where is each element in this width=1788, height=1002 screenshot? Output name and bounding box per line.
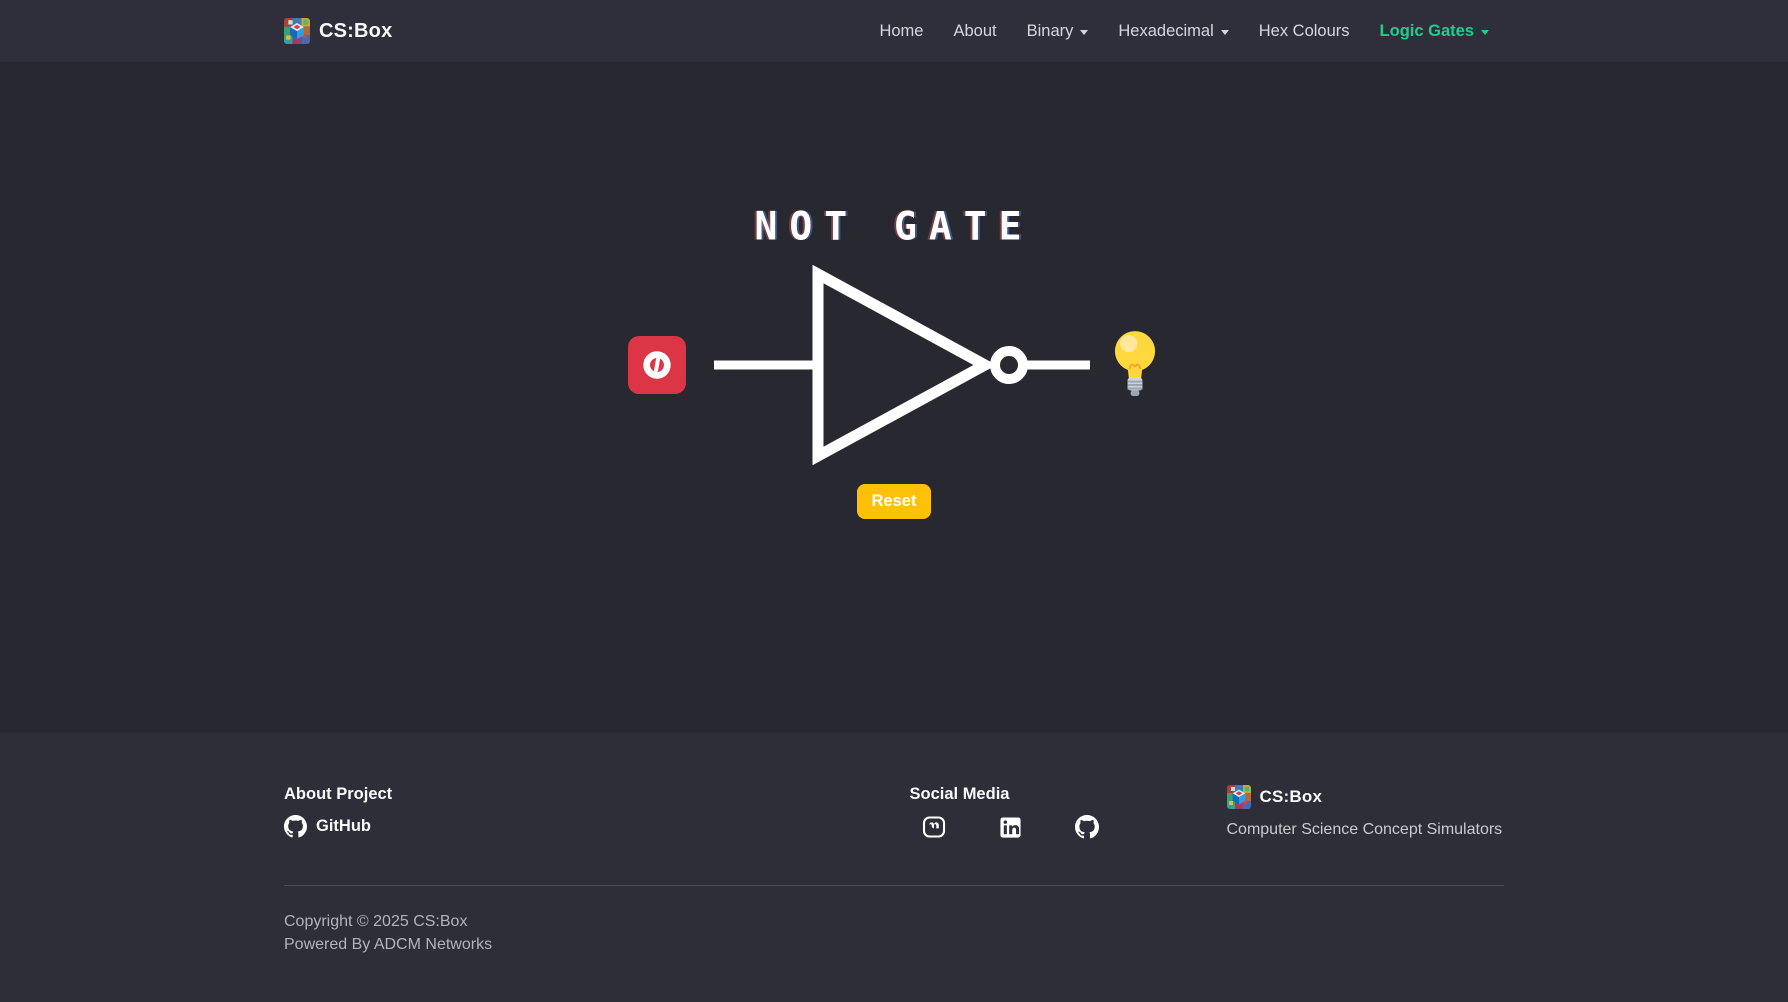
- github-link-label: GitHub: [316, 817, 371, 836]
- input-toggle-button[interactable]: [628, 336, 686, 394]
- reset-button[interactable]: Reset: [857, 484, 932, 519]
- simulator-title: NOT GATE: [0, 206, 1788, 246]
- chevron-down-icon: [1080, 30, 1088, 35]
- csbox-logo-icon: [1227, 785, 1251, 809]
- nav-item-home[interactable]: Home: [864, 14, 938, 49]
- nav-label: Logic Gates: [1380, 22, 1474, 41]
- chevron-down-icon: [1221, 30, 1229, 35]
- not-gate-diagram: [0, 265, 1788, 465]
- github-link[interactable]: GitHub: [284, 815, 371, 838]
- brand-link[interactable]: CS:Box: [284, 18, 392, 44]
- nav-item-about[interactable]: About: [938, 14, 1011, 49]
- social-media-heading: Social Media: [910, 785, 1099, 804]
- brand-tagline: Computer Science Concept Simulators: [1227, 821, 1505, 839]
- linkedin-icon[interactable]: [999, 816, 1022, 839]
- csbox-logo-icon: [284, 18, 310, 44]
- nav-label: Binary: [1027, 22, 1074, 41]
- lightbulb-on-icon: [1110, 329, 1160, 401]
- brand-name: CS:Box: [319, 20, 392, 43]
- footer-brand-section: CS:Box Computer Science Concept Simulato…: [1099, 785, 1505, 843]
- chevron-down-icon: [1481, 30, 1489, 35]
- nav-item-binary[interactable]: Binary: [1012, 14, 1104, 49]
- about-project-heading: About Project: [284, 785, 690, 804]
- nav-label: Hex Colours: [1259, 22, 1350, 41]
- copyright-text: Copyright © 2025 CS:Box: [284, 910, 1504, 933]
- footer-divider: [284, 885, 1504, 886]
- copyright-block: Copyright © 2025 CS:Box Powered By ADCM …: [284, 910, 1504, 1002]
- powered-by-text: Powered By ADCM Networks: [284, 933, 1504, 956]
- not-gate-symbol: [714, 265, 1090, 465]
- footer: About Project GitHub Social Media: [0, 733, 1788, 1002]
- nav-label: Home: [879, 22, 923, 41]
- nav-item-logic-gates[interactable]: Logic Gates: [1365, 14, 1504, 49]
- mastodon-icon[interactable]: [922, 815, 946, 839]
- gate-triangle: [818, 274, 985, 456]
- footer-brand-name: CS:Box: [1260, 787, 1323, 807]
- nav-item-hexadecimal[interactable]: Hexadecimal: [1103, 14, 1243, 49]
- input-zero-power-icon: [639, 347, 675, 383]
- simulator-main: NOT GATE: [0, 62, 1788, 733]
- github-icon[interactable]: [1075, 815, 1099, 839]
- github-icon: [284, 815, 307, 838]
- navbar: CS:Box Home About Binary Hexadecimal Hex…: [0, 0, 1788, 62]
- csbox-app: CS:Box Home About Binary Hexadecimal Hex…: [0, 0, 1788, 1002]
- nav-menu: Home About Binary Hexadecimal Hex Colour…: [864, 14, 1504, 49]
- inverter-bubble: [995, 351, 1023, 379]
- nav-label: About: [953, 22, 996, 41]
- nav-item-hex-colours[interactable]: Hex Colours: [1244, 14, 1365, 49]
- footer-about-section: About Project GitHub: [284, 785, 690, 843]
- nav-label: Hexadecimal: [1118, 22, 1213, 41]
- footer-social-section: Social Media: [690, 785, 1099, 843]
